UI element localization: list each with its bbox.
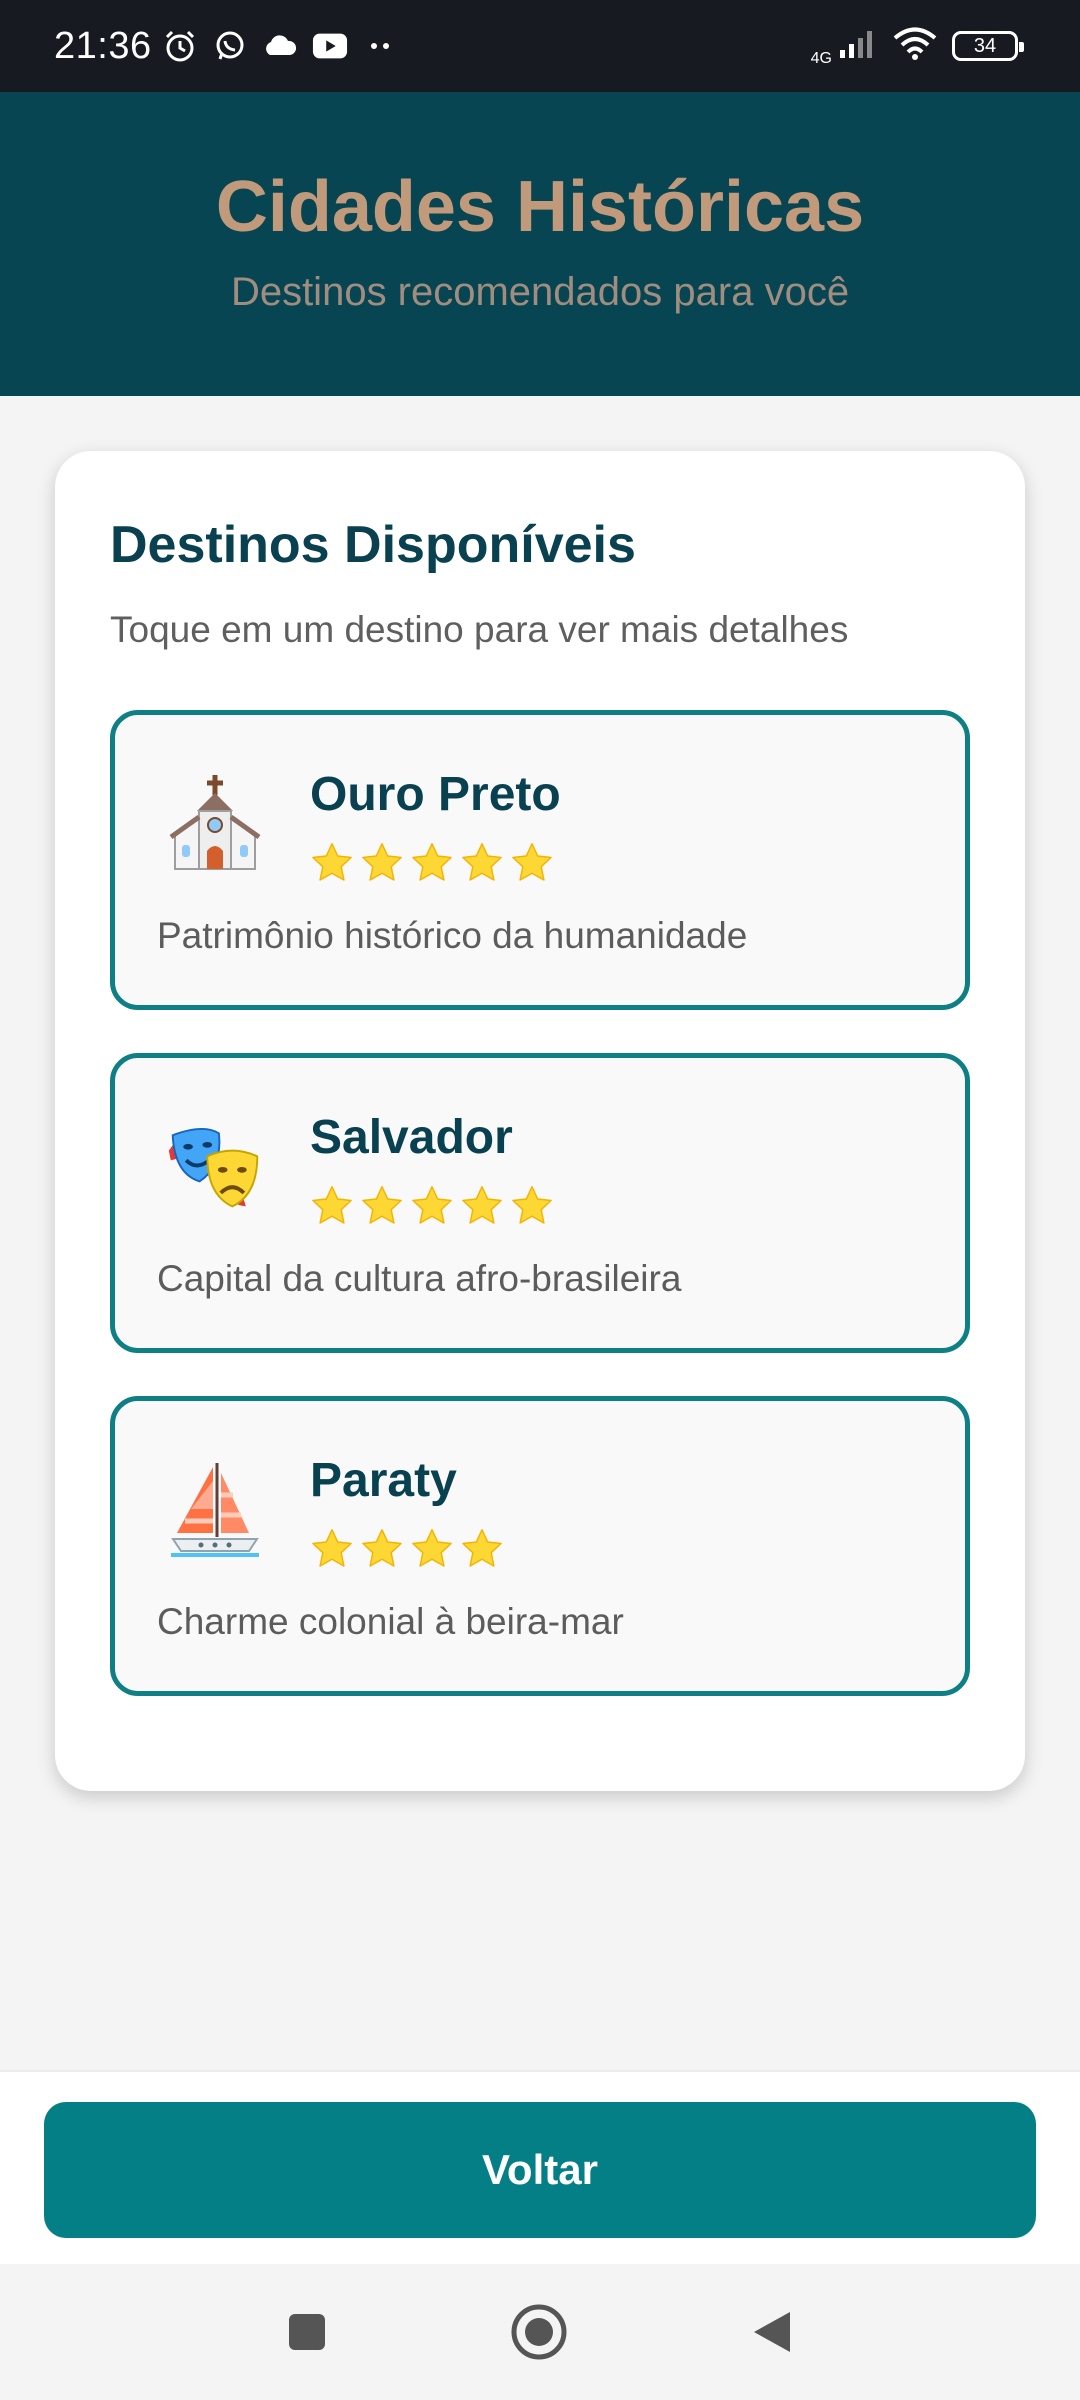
destination-description: Patrimônio histórico da humanidade	[157, 915, 748, 956]
card-subtitle: Toque em um destino para ver mais detalh…	[110, 609, 849, 650]
system-navigation-bar	[0, 2264, 1080, 2400]
network-type-label: 4G	[810, 50, 832, 67]
church-icon	[165, 773, 265, 873]
destination-item-paraty[interactable]: Paraty Charme colonial à beira-mar	[110, 1396, 970, 1696]
more-dots-icon	[362, 28, 398, 64]
star-icon	[462, 1529, 502, 1567]
star-icon	[412, 1186, 452, 1224]
destination-item-ouro-preto[interactable]: Ouro Preto Patrimônio histórico da human…	[110, 710, 970, 1010]
page-title: Cidades Históricas	[215, 166, 865, 247]
star-icon	[362, 1186, 402, 1224]
star-icon	[462, 1186, 502, 1224]
status-bar: 21:36 4G 34	[0, 0, 1080, 92]
rating-stars	[310, 1527, 504, 1571]
status-time: 21:36	[54, 24, 152, 67]
notification-icons	[162, 28, 398, 64]
youtube-icon	[312, 28, 348, 64]
star-icon	[312, 1529, 352, 1567]
sailboat-icon	[165, 1459, 265, 1559]
signal-icon	[838, 28, 878, 65]
wifi-icon	[892, 27, 938, 66]
star-icon	[462, 843, 502, 881]
destinations-card: Destinos Disponíveis Toque em um destino…	[55, 451, 1025, 1791]
destination-description: Capital da cultura afro-brasileira	[157, 1258, 682, 1299]
star-icon	[312, 843, 352, 881]
bottom-action-bar: Voltar	[0, 2070, 1080, 2264]
destination-description: Charme colonial à beira-mar	[157, 1601, 624, 1642]
recents-square-icon[interactable]	[277, 2302, 337, 2362]
destination-name: Paraty	[310, 1454, 457, 1507]
star-icon	[512, 1186, 552, 1224]
star-icon	[362, 843, 402, 881]
whatsapp-icon	[212, 28, 248, 64]
star-icon	[362, 1529, 402, 1567]
back-button[interactable]: Voltar	[44, 2102, 1036, 2238]
battery-indicator: 34	[952, 31, 1024, 61]
star-icon	[512, 843, 552, 881]
rating-stars	[310, 841, 554, 885]
alarm-icon	[162, 28, 198, 64]
card-title: Destinos Disponíveis	[110, 516, 636, 574]
destination-item-salvador[interactable]: Salvador Capital da cultura afro-brasile…	[110, 1053, 970, 1353]
app-header: Cidades Históricas Destinos recomendados…	[0, 92, 1080, 396]
cloud-icon	[262, 28, 298, 64]
star-icon	[312, 1186, 352, 1224]
home-circle-icon[interactable]	[509, 2302, 569, 2362]
back-triangle-icon[interactable]	[742, 2302, 802, 2362]
destination-name: Salvador	[310, 1111, 513, 1164]
rating-stars	[310, 1184, 554, 1228]
system-icons: 4G 34	[811, 24, 1026, 68]
page-subtitle: Destinos recomendados para você	[230, 269, 850, 314]
star-icon	[412, 843, 452, 881]
destination-name: Ouro Preto	[310, 768, 561, 821]
star-icon	[412, 1529, 452, 1567]
theater-masks-icon	[165, 1116, 265, 1216]
